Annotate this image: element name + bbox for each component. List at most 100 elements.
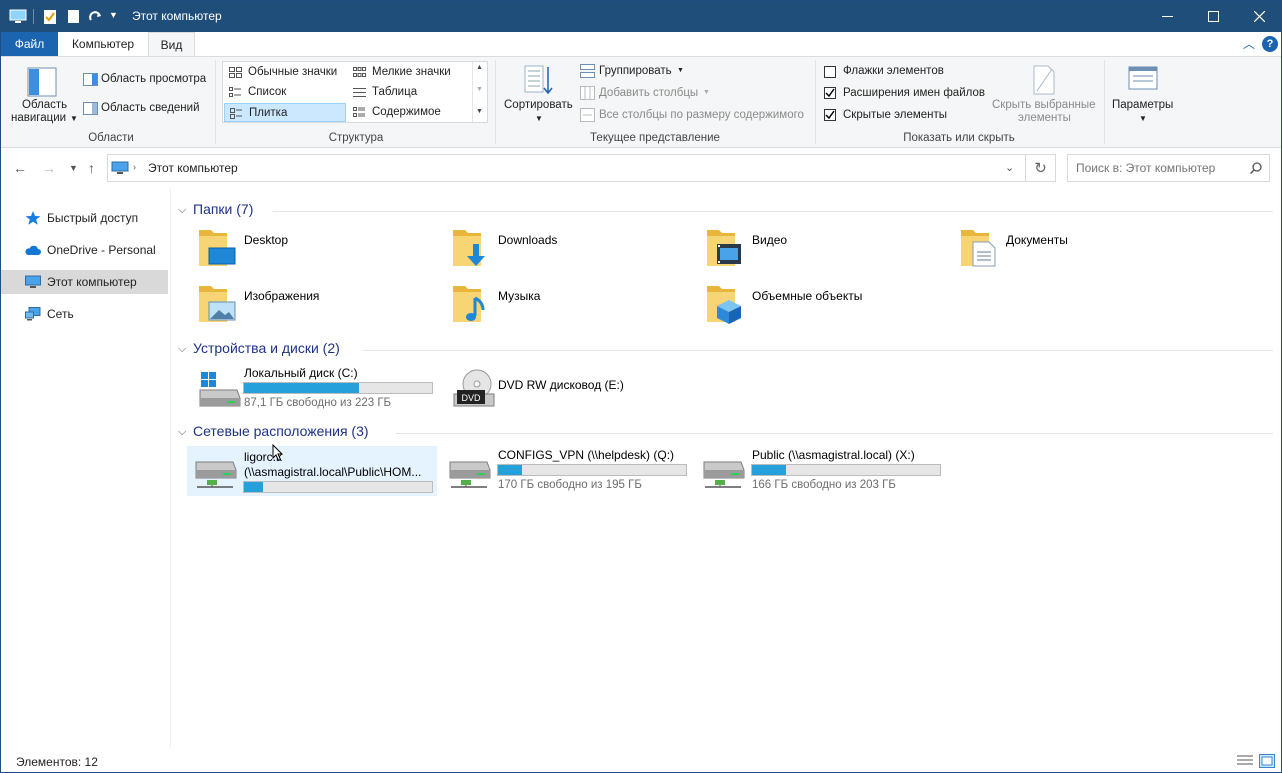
gallery-expand-icon[interactable]: ▼ (476, 108, 483, 115)
sort-dropdown-icon[interactable]: ▼ (535, 114, 543, 123)
recent-locations-icon[interactable]: ▼ (69, 163, 78, 173)
layout-tiles[interactable]: Плитка (224, 103, 346, 122)
new-folder-icon[interactable] (67, 8, 80, 25)
address-bar[interactable]: › Этот компьютер ⌄ (107, 154, 1026, 182)
group-label-show-hide: Показать или скрыть (903, 132, 1015, 144)
forward-arrow-icon[interactable]: → (42, 160, 56, 176)
layout-list[interactable]: Список (224, 83, 346, 102)
tab-view[interactable]: Вид (148, 32, 195, 57)
add-columns-dropdown-icon[interactable]: ▼ (703, 89, 710, 96)
details-pane-button[interactable]: Область сведений (101, 102, 200, 114)
search-input[interactable] (1076, 160, 1246, 176)
layout-content[interactable]: Содержимое (348, 103, 470, 122)
windows-drive-icon (199, 372, 241, 407)
hide-selected-icon (1033, 65, 1055, 95)
add-columns-button[interactable]: Добавить столбцы (599, 87, 698, 99)
close-button[interactable] (1236, 1, 1281, 32)
collapse-chevron-icon[interactable]: ⌵ (178, 343, 186, 356)
nav-item-quick-access[interactable]: Быстрый доступ (1, 206, 168, 230)
network-tile-x[interactable]: Public (\\asmagistral.local) (X:) 166 ГБ… (695, 446, 945, 496)
search-box[interactable] (1067, 154, 1270, 182)
address-dropdown-icon[interactable]: ⌄ (1005, 161, 1014, 174)
maximize-button[interactable] (1190, 1, 1236, 32)
collapse-ribbon-icon[interactable]: ︿ (1243, 35, 1255, 52)
cloud-icon (25, 245, 41, 255)
collapse-chevron-icon[interactable]: ⌵ (178, 204, 186, 217)
tab-computer[interactable]: Компьютер (58, 32, 148, 56)
layout-small-icons[interactable]: Мелкие значки (348, 63, 470, 82)
folder-tile-documents[interactable]: Документы (949, 226, 1199, 276)
chevron-down-icon[interactable]: ▼ (70, 114, 78, 123)
drive-usage-fill (244, 383, 359, 393)
layout-gallery: Обычные значки Мелкие значки Список Табл… (222, 61, 488, 123)
content-area: ⌵ Папки (7) Desktop Downloads Видео Доку… (172, 188, 1281, 748)
size-columns-button[interactable]: Все столбцы по размеру содержимого (599, 109, 804, 121)
section-header-drives[interactable]: ⌵ Устройства и диски (2) (178, 340, 1278, 360)
network-icon (25, 307, 41, 321)
folder-tile-videos[interactable]: Видео (695, 226, 945, 276)
hidden-items-label[interactable]: Скрытые элементы (843, 109, 947, 121)
section-header-folders[interactable]: ⌵ Папки (7) (178, 201, 1278, 221)
layout-gallery-scroll[interactable]: ▲ ▼ ▼ (472, 62, 487, 122)
up-arrow-icon[interactable]: ↑ (88, 160, 95, 176)
preview-pane-button[interactable]: Область просмотра (101, 73, 206, 85)
nav-item-network[interactable]: Сеть (1, 302, 168, 326)
qat-dropdown-icon[interactable]: ▼ (109, 10, 118, 20)
hide-selected-button[interactable]: Скрыть выбранные (992, 99, 1096, 111)
large-icons-view-icon[interactable] (1259, 754, 1275, 768)
tab-file[interactable]: Файл (1, 32, 58, 56)
minimize-icon (1161, 16, 1173, 17)
drive-tile-c[interactable]: Локальный диск (C:) 87,1 ГБ свободно из … (187, 364, 437, 414)
folder-tile-desktop[interactable]: Desktop (187, 226, 437, 276)
refresh-button[interactable]: ↻ (1026, 154, 1056, 182)
folder-tile-downloads[interactable]: Downloads (441, 226, 691, 276)
file-extensions-label[interactable]: Расширения имен файлов (843, 87, 985, 99)
sort-button[interactable]: Сортировать (504, 99, 573, 111)
maximize-icon (1207, 11, 1219, 22)
qat-separator (33, 9, 34, 24)
drive-tile-e[interactable]: DVD DVD RW дисковод (E:) (441, 364, 691, 414)
navigation-pane-label[interactable]: Область (22, 99, 67, 111)
drive-usage-fill (752, 465, 786, 475)
collapse-chevron-icon[interactable]: ⌵ (178, 426, 186, 439)
navigation-pane-label-2[interactable]: навигации (11, 112, 66, 124)
breadcrumb-chevron-icon[interactable]: › (133, 162, 136, 172)
options-dropdown-icon[interactable]: ▼ (1139, 114, 1147, 123)
section-header-network[interactable]: ⌵ Сетевые расположения (3) (178, 423, 1278, 443)
item-checkboxes-label[interactable]: Флажки элементов (843, 65, 944, 77)
explorer-window: ▼ Этот компьютер Файл Компьютер Вид ︿ ? … (0, 0, 1282, 773)
section-title: Сетевые расположения (3) (193, 423, 369, 439)
layout-details[interactable]: Таблица (348, 83, 470, 102)
file-extensions-checkbox[interactable] (824, 87, 836, 99)
section-title: Папки (7) (193, 201, 254, 217)
redo-icon[interactable] (88, 8, 104, 25)
nav-item-this-pc[interactable]: Этот компьютер (1, 270, 168, 294)
scroll-up-icon[interactable]: ▲ (476, 64, 483, 71)
group-by-button[interactable]: Группировать (599, 65, 672, 77)
network-tile-q[interactable]: CONFIGS_VPN (\\helpdesk) (Q:) 170 ГБ сво… (441, 446, 691, 496)
help-icon[interactable]: ? (1262, 36, 1278, 52)
folder-tile-3d-objects[interactable]: Объемные объекты (695, 282, 945, 332)
group-by-icon (580, 64, 595, 78)
nav-item-onedrive[interactable]: OneDrive - Personal (1, 238, 168, 262)
dvd-drive-icon: DVD (453, 369, 495, 407)
section-title: Устройства и диски (2) (193, 340, 340, 356)
breadcrumb-current[interactable]: Этот компьютер (148, 161, 238, 175)
network-tile-home[interactable]: ligorc.k (\\asmagistral.local\Public\HOM… (187, 446, 437, 496)
folder-tile-music[interactable]: Музыка (441, 282, 691, 332)
item-checkboxes-checkbox[interactable] (824, 66, 836, 78)
drive-usage-fill (498, 465, 523, 475)
small-icons-icon (353, 67, 366, 77)
details-view-icon[interactable] (1237, 754, 1253, 768)
layout-large-icons[interactable]: Обычные значки (224, 63, 346, 82)
minimize-button[interactable] (1144, 1, 1190, 32)
checkmark-icon (825, 110, 835, 120)
scroll-down-icon[interactable]: ▼ (476, 86, 483, 93)
properties-icon[interactable] (43, 8, 57, 25)
back-arrow-icon[interactable]: ← (13, 160, 27, 176)
group-by-dropdown-icon[interactable]: ▼ (677, 67, 684, 74)
options-button[interactable]: Параметры (1112, 99, 1173, 111)
hide-selected-button-2[interactable]: элементы (1018, 112, 1071, 124)
hidden-items-checkbox[interactable] (824, 109, 836, 121)
folder-tile-pictures[interactable]: Изображения (187, 282, 437, 332)
